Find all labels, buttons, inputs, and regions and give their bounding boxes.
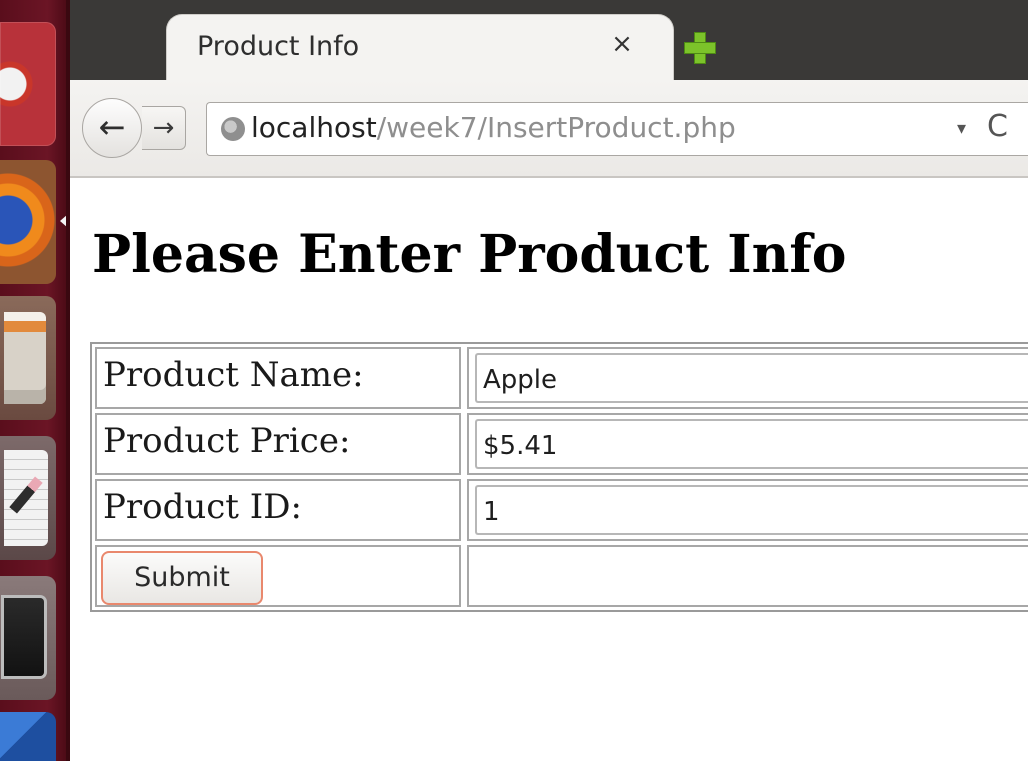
tab-bar: Product Info × xyxy=(70,0,1028,84)
table-cell: 1 xyxy=(467,479,1028,541)
tab-title: Product Info xyxy=(197,31,360,62)
files-icon[interactable] xyxy=(0,296,56,420)
product-id-label: Product ID: xyxy=(95,479,461,541)
url-bar[interactable]: localhost/week7/InsertProduct.php ▾ C xyxy=(206,102,1028,156)
product-id-input[interactable]: 1 xyxy=(475,485,1028,535)
terminal-icon[interactable] xyxy=(0,576,56,700)
submit-button[interactable]: Submit xyxy=(101,551,263,605)
page-content: Please Enter Product Info Product Name: … xyxy=(70,180,1028,761)
reload-icon[interactable]: C xyxy=(987,109,1008,145)
url-text: localhost/week7/InsertProduct.php xyxy=(251,111,736,144)
url-path: /week7/InsertProduct.php xyxy=(376,111,736,144)
app-icon[interactable] xyxy=(0,712,56,761)
terminal-screen-graphic xyxy=(4,598,44,676)
close-icon[interactable]: × xyxy=(607,29,637,59)
tab-product-info[interactable]: Product Info × xyxy=(166,14,674,84)
product-name-input[interactable]: Apple xyxy=(475,353,1028,403)
table-cell: Apple xyxy=(467,347,1028,409)
history-dropdown-icon[interactable]: ▾ xyxy=(957,117,966,141)
table-row: Product Name: Apple xyxy=(95,347,1028,409)
empty-table-cell xyxy=(467,545,1028,607)
text-editor-icon[interactable] xyxy=(0,436,56,560)
firefox-icon[interactable] xyxy=(0,160,56,284)
table-cell: Submit xyxy=(95,545,461,607)
product-name-label: Product Name: xyxy=(95,347,461,409)
globe-icon xyxy=(221,117,245,141)
new-tab-icon[interactable] xyxy=(682,30,718,66)
forward-button[interactable]: → xyxy=(142,106,186,150)
dash-icon[interactable] xyxy=(0,22,56,146)
product-price-label: Product Price: xyxy=(95,413,461,475)
table-row: Submit xyxy=(95,545,1028,607)
product-price-input[interactable]: $5.41 xyxy=(475,419,1028,469)
navigation-toolbar: ← → localhost/week7/InsertProduct.php ▾ … xyxy=(70,80,1028,178)
page-title: Please Enter Product Info xyxy=(92,224,847,285)
url-host: localhost xyxy=(251,111,377,144)
launcher xyxy=(0,0,68,761)
table-row: Product ID: 1 xyxy=(95,479,1028,541)
product-form-table: Product Name: Apple Product Price: $5.41… xyxy=(90,342,1028,612)
back-button[interactable]: ← xyxy=(82,98,142,158)
files-drawer-graphic xyxy=(4,312,46,404)
table-cell: $5.41 xyxy=(467,413,1028,475)
table-row: Product Price: $5.41 xyxy=(95,413,1028,475)
